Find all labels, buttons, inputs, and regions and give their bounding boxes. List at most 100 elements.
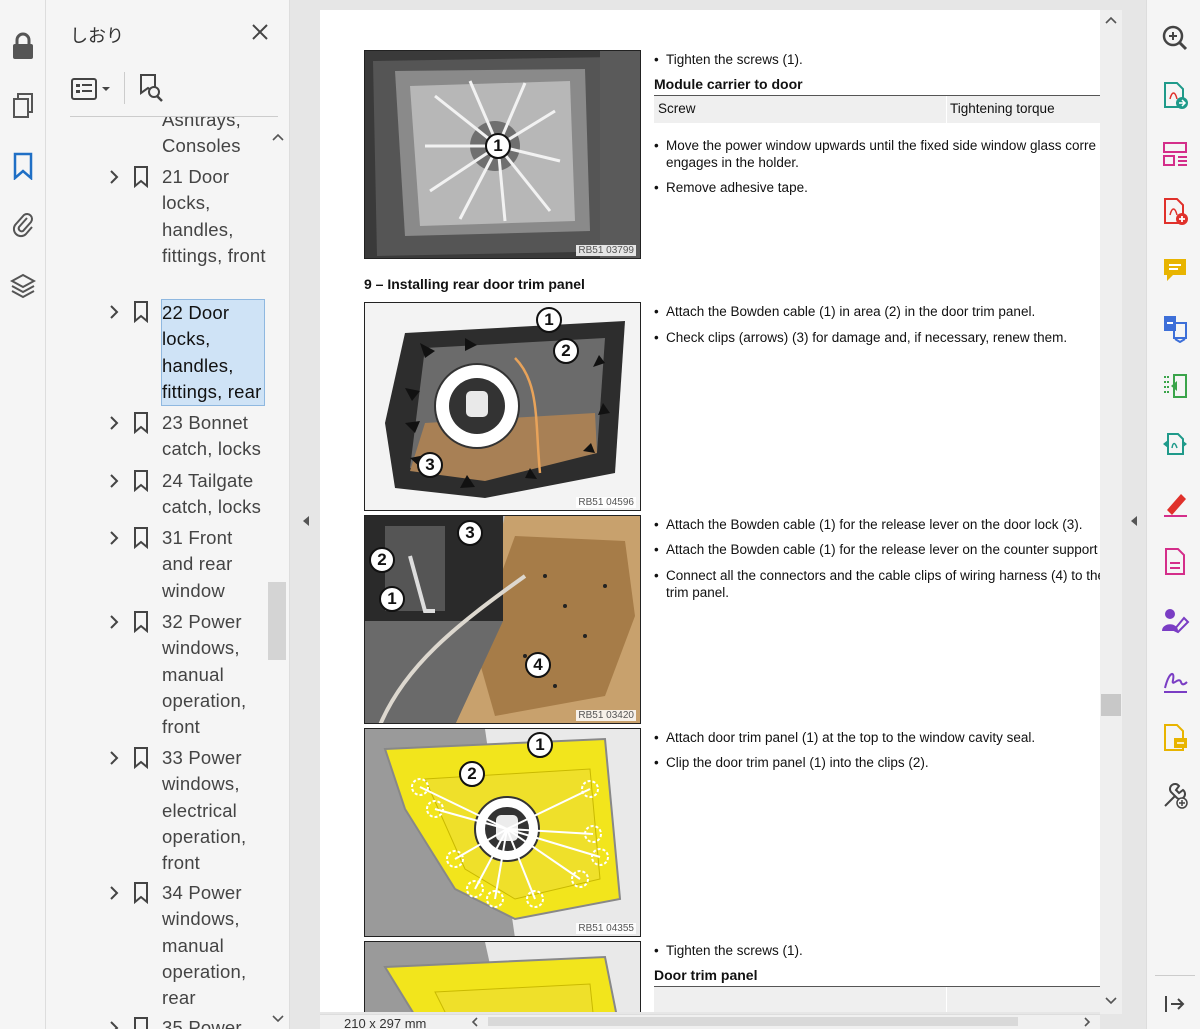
bookmark-label: 33 Power windows, electrical operation, … [162, 747, 247, 874]
instruction-text: Move the power window upwards until the … [654, 137, 1096, 154]
callout-2: 2 [369, 547, 395, 573]
bookmark-icon [132, 412, 150, 434]
figure-caption: RB51 04596 [576, 497, 636, 508]
options-list-icon [71, 78, 110, 100]
bookmarks-panel: しおり Ashtrays, Consoles 21 Door locks, ha… [46, 0, 290, 1029]
layers-icon[interactable] [7, 270, 39, 302]
collapse-right-panel-button[interactable] [1128, 513, 1140, 529]
send-comments-icon[interactable] [1159, 722, 1191, 754]
bookmark-icon [132, 166, 150, 188]
chevron-right-icon[interactable] [106, 750, 122, 766]
table-header: Tightening torque [950, 101, 1055, 116]
bookmark-options-button[interactable] [70, 74, 114, 104]
bookmark-label: 31 Front and rear window [162, 527, 233, 601]
document-icon[interactable] [1159, 546, 1191, 578]
callout-2: 2 [553, 338, 579, 364]
instruction-text: Attach door trim panel (1) at the top to… [654, 729, 1035, 746]
figure-caption: RB51 03799 [576, 245, 636, 256]
chevron-right-icon[interactable] [106, 1020, 122, 1029]
bookmarks-icon[interactable] [7, 150, 39, 182]
bookmark-label: Ashtrays, Consoles [162, 117, 241, 157]
export-pdf-icon[interactable] [1159, 80, 1191, 112]
tools-divider [1155, 975, 1195, 976]
chevron-right-icon[interactable] [106, 530, 122, 546]
callout-1: 1 [485, 133, 511, 159]
bookmark-icon [132, 470, 150, 492]
organize-pages-icon[interactable] [1159, 138, 1191, 170]
triangle-left-icon [1131, 516, 1137, 526]
table-divider [946, 987, 947, 1012]
attachments-icon[interactable] [7, 208, 39, 240]
instruction-text: Remove adhesive tape. [654, 179, 808, 196]
toolbar-divider [124, 72, 125, 104]
instruction-text: Clip the door trim panel (1) into the cl… [654, 754, 929, 771]
chevron-right-icon[interactable] [106, 169, 122, 185]
find-bookmark-button[interactable] [136, 72, 166, 104]
document-scrollbar-thumb[interactable] [1101, 694, 1121, 716]
bookmark-scrollbar-thumb[interactable] [268, 582, 286, 660]
chevron-right-icon[interactable] [106, 885, 122, 901]
convert-pdf-icon[interactable] [1159, 428, 1191, 460]
bookmark-label: 23 Bonnet catch, locks [162, 412, 262, 460]
section-heading: Module carrier to door [654, 76, 803, 92]
bookmark-scrollbar[interactable] [268, 128, 288, 1029]
zoom-search-icon[interactable] [1159, 22, 1191, 54]
bookmark-label: 24 Tailgate catch, locks [162, 470, 262, 518]
chevron-right-icon[interactable] [106, 304, 122, 320]
scroll-down-icon [1105, 997, 1117, 1005]
callout-3: 3 [457, 520, 483, 546]
section-title: 9 – Installing rear door trim panel [364, 276, 585, 292]
figure-door-trim: 1 2 RB51 04355 [364, 728, 641, 937]
bookmark-label: 21 Door locks, handles, fittings, front [162, 166, 266, 266]
door-panel-illustration [365, 303, 640, 510]
instruction-text: Connect all the connectors and the cable… [654, 567, 1100, 584]
scroll-up-icon [1105, 16, 1117, 24]
bookmark-label: 22 Door locks, handles, fittings, rear [161, 299, 265, 407]
chevron-right-icon[interactable] [106, 614, 122, 630]
door-lock-illustration [365, 516, 640, 723]
instruction-text: Attach the Bowden cable (1) for the rele… [654, 541, 1098, 558]
collapse-left-panel-button[interactable] [300, 513, 312, 529]
bookmark-icon [132, 301, 150, 323]
create-pdf-icon[interactable] [1159, 196, 1191, 228]
chevron-right-icon[interactable] [106, 473, 122, 489]
figure-connectors: 3 2 1 4 RB51 03420 [364, 515, 641, 724]
callout-1: 1 [527, 732, 553, 758]
triangle-left-icon [303, 516, 309, 526]
page-thumbnails-icon[interactable] [7, 90, 39, 122]
bookmark-icon [132, 882, 150, 904]
bookmark-label: 34 Power windows, manual operation, rear [162, 882, 247, 1009]
comment-icon[interactable] [1159, 254, 1191, 286]
scroll-up-icon [272, 133, 284, 141]
scroll-right-icon [1084, 1017, 1091, 1027]
sign-icon[interactable] [1159, 664, 1191, 696]
door-trim-partial-illustration [365, 942, 640, 1012]
horizontal-scroll-track[interactable] [488, 1017, 1018, 1026]
close-panel-button[interactable] [248, 20, 272, 44]
bookmark-icon [132, 527, 150, 549]
request-signature-icon[interactable] [1159, 604, 1191, 636]
figure-door-trim-screws [364, 941, 641, 1012]
edit-pdf-icon[interactable] [1159, 370, 1191, 402]
instruction-text: Attach the Bowden cable (1) in area (2) … [654, 303, 1035, 320]
search-bookmark-icon [140, 74, 163, 102]
pdf-viewer: しおり Ashtrays, Consoles 21 Door locks, ha… [0, 0, 1200, 1029]
torque-table [654, 986, 1100, 1012]
fill-sign-icon[interactable] [1159, 488, 1191, 520]
lock-icon[interactable] [7, 30, 39, 62]
more-tools-icon[interactable] [1159, 780, 1191, 812]
figure-caption: RB51 04355 [576, 923, 636, 934]
door-trim-illustration [365, 729, 640, 936]
combine-files-icon[interactable] [1159, 312, 1191, 344]
callout-2: 2 [459, 761, 485, 787]
bookmark-icon [132, 1017, 150, 1029]
instruction-text: Attach the Bowden cable (1) for the rele… [654, 516, 1082, 533]
collapse-tools-icon[interactable] [1159, 988, 1191, 1020]
table-header: Screw [658, 101, 696, 116]
bookmark-label: 35 Power [162, 1017, 242, 1029]
instruction-text: Tighten the screws (1). [654, 942, 803, 959]
instruction-text: engages in the holder. [666, 155, 799, 170]
instruction-text: trim panel. [666, 585, 730, 600]
chevron-right-icon[interactable] [106, 415, 122, 431]
document-vertical-scrollbar[interactable] [1100, 10, 1122, 1014]
